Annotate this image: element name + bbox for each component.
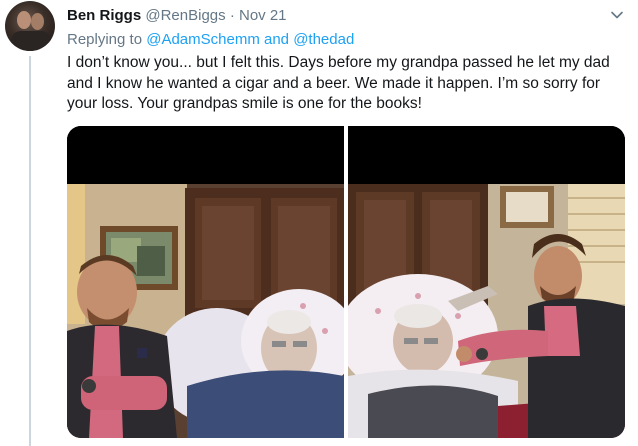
author-handle[interactable]: @RenBiggs [145,7,225,24]
replying-to: Replying to @AdamSchemm and @thedad [67,30,354,50]
mention-link[interactable]: @thedad [293,31,354,48]
thread-line [29,56,31,446]
tweet-timestamp[interactable]: Nov 21 [239,7,287,24]
mention-link[interactable]: @AdamSchemm [146,31,260,48]
author-name[interactable]: Ben Riggs [67,7,141,24]
replying-to-label: Replying to [67,31,143,48]
media-grid [67,126,625,438]
chevron-down-icon[interactable] [610,8,624,22]
tweet-header: Ben Riggs @RenBiggs · Nov 21 [67,6,610,26]
separator-dot: · [229,7,235,24]
tweet-text: I don’t know you... but I felt this. Day… [67,54,610,112]
mention-conjunction[interactable]: and [264,31,289,48]
tweet-photo[interactable] [67,126,344,438]
avatar[interactable] [5,1,55,51]
tweet-photo[interactable] [348,126,625,438]
